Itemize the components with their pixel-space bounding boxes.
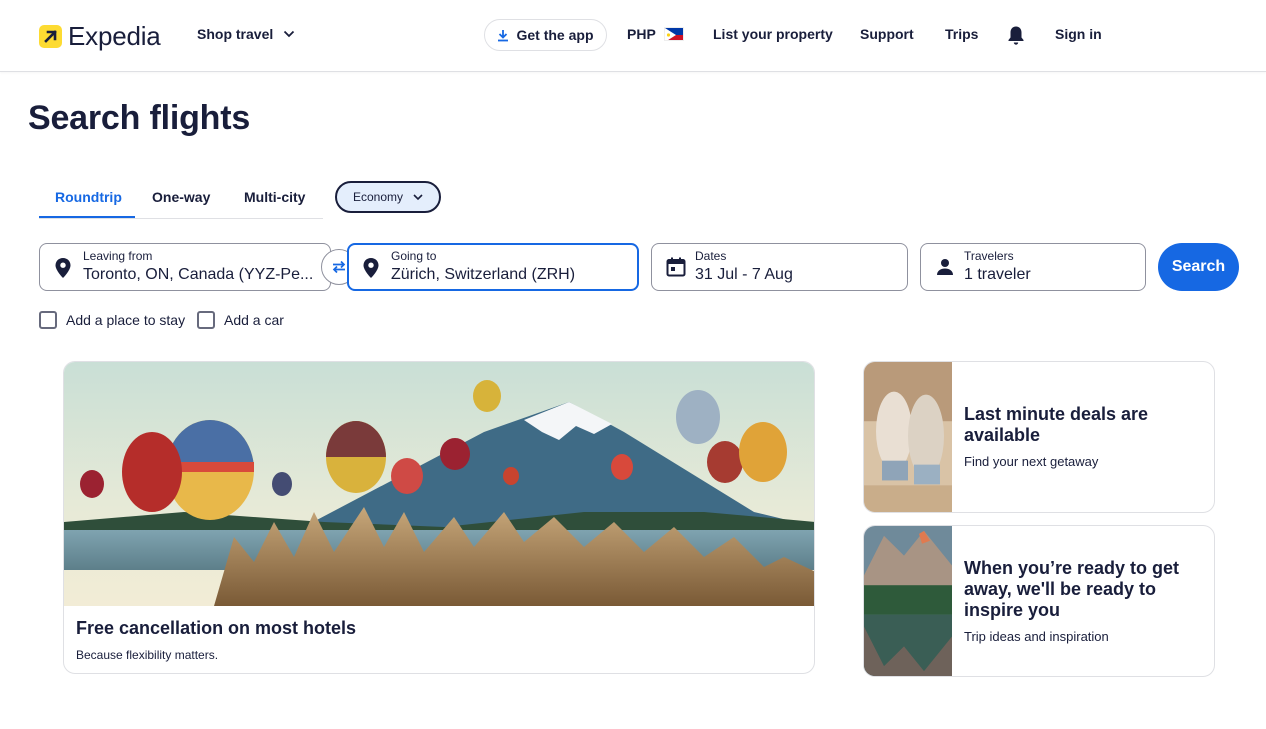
mountain-lake-image [864,526,952,676]
chevron-down-icon [413,193,423,200]
going-to-value: Zürich, Switzerland (ZRH) [391,266,576,283]
swap-arrows-icon [332,260,346,274]
active-tab-indicator [39,216,135,218]
travelers-value: 1 traveler [964,266,1031,283]
leaving-from-label: Leaving from [83,249,153,263]
travelers-label: Travelers [964,249,1014,263]
list-your-property-link[interactable]: List your property [713,26,833,42]
leaving-from-field[interactable]: Leaving from Toronto, ON, Canada (YYZ-Pe… [39,243,331,291]
person-icon [937,259,953,275]
friends-walking-image [864,362,952,512]
trip-inspiration-subtitle: Trip ideas and inspiration [964,629,1109,644]
cabin-class-dropdown[interactable]: Economy [335,181,441,213]
page-title: Search flights [28,99,251,137]
trip-type-tabs: Roundtrip One-way Multi-city [39,178,323,219]
checkbox-box[interactable] [39,311,57,329]
tab-roundtrip[interactable]: Roundtrip [55,189,122,205]
trips-link[interactable]: Trips [945,26,978,42]
dates-label: Dates [695,249,727,263]
add-place-to-stay-checkbox[interactable]: Add a place to stay [39,311,185,329]
leaving-from-value: Toronto, ON, Canada (YYZ-Pe... [83,266,314,283]
add-a-car-checkbox[interactable]: Add a car [197,311,284,329]
calendar-icon [666,257,686,277]
logo-arrow-icon [39,24,62,48]
trip-inspiration-card[interactable]: When you’re ready to get away, we'll be … [863,525,1215,677]
add-a-car-label: Add a car [224,312,284,328]
going-to-label: Going to [391,249,437,263]
travelers-field[interactable]: Travelers 1 traveler [920,243,1146,291]
free-cancellation-promo-card[interactable]: Free cancellation on most hotels Because… [63,361,815,674]
currency-label: PHP [627,26,656,42]
checkbox-box[interactable] [197,311,215,329]
location-pin-icon [55,258,71,278]
chevron-down-icon [284,30,295,38]
dates-value: 31 Jul - 7 Aug [695,266,793,283]
currency-selector[interactable]: PHP [627,26,684,42]
search-button[interactable]: Search [1158,243,1239,291]
location-pin-icon [363,258,379,278]
get-the-app-button[interactable]: Get the app [484,19,607,51]
notification-bell-icon[interactable] [1006,25,1026,51]
shop-travel-label: Shop travel [197,26,274,42]
expedia-logo[interactable]: Expedia [39,23,161,49]
sign-in-link[interactable]: Sign in [1055,26,1102,42]
going-to-field[interactable]: Going to Zürich, Switzerland (ZRH) [347,243,639,291]
last-minute-deals-subtitle: Find your next getaway [964,454,1099,469]
download-icon [498,29,509,41]
philippines-flag-icon [663,27,684,41]
get-the-app-label: Get the app [516,27,594,43]
cabin-class-label: Economy [352,190,404,204]
tab-one-way[interactable]: One-way [152,189,210,205]
last-minute-deals-card[interactable]: Last minute deals are available Find you… [863,361,1215,513]
hot-air-balloons-mount-fuji-image [64,362,814,606]
add-place-to-stay-label: Add a place to stay [66,312,186,328]
shop-travel-menu[interactable]: Shop travel [197,26,295,42]
promo-card-subtitle: Because flexibility matters. [76,648,219,662]
last-minute-deals-title: Last minute deals are available [964,404,1149,445]
trip-inspiration-title: When you’re ready to get away, we'll be … [964,558,1180,620]
support-link[interactable]: Support [860,26,914,42]
tab-multi-city[interactable]: Multi-city [244,189,305,205]
promo-card-title: Free cancellation on most hotels [76,618,357,638]
logo-text: Expedia [68,21,161,51]
top-navigation-bar: Expedia Shop travel Get the app PHP List… [0,0,1266,72]
dates-field[interactable]: Dates 31 Jul - 7 Aug [651,243,908,291]
